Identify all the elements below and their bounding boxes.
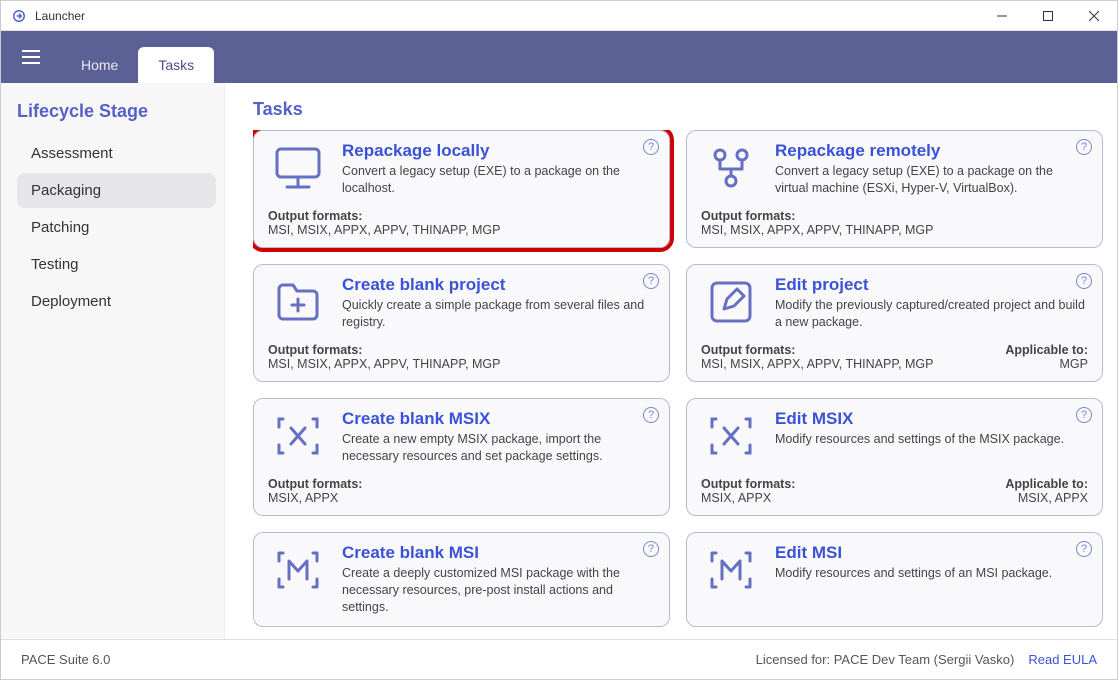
- output-formats-label: Output formats:: [268, 477, 362, 491]
- applicable-to-label: Applicable to:: [1005, 343, 1088, 357]
- task-card-repackage-locally[interactable]: ? Repackage locally Convert a legacy set…: [253, 130, 670, 248]
- output-formats-value: MSI, MSIX, APPX, APPV, THINAPP, MGP: [701, 223, 934, 237]
- help-icon[interactable]: ?: [1076, 273, 1092, 289]
- help-icon[interactable]: ?: [1076, 541, 1092, 557]
- card-title: Repackage locally: [342, 141, 655, 161]
- help-icon[interactable]: ?: [643, 139, 659, 155]
- sidebar-item-packaging[interactable]: Packaging: [17, 173, 216, 208]
- output-formats-label: Output formats:: [268, 209, 501, 223]
- card-title: Repackage remotely: [775, 141, 1088, 161]
- titlebar: Launcher: [1, 1, 1117, 31]
- output-formats-value: MSI, MSIX, APPX, APPV, THINAPP, MGP: [268, 223, 501, 237]
- version-label: PACE Suite 6.0: [21, 652, 110, 667]
- help-icon[interactable]: ?: [643, 541, 659, 557]
- tab-tasks[interactable]: Tasks: [138, 47, 214, 83]
- sidebar-item-testing[interactable]: Testing: [17, 247, 216, 282]
- tab-home[interactable]: Home: [61, 47, 138, 83]
- output-formats-value: MSIX, APPX: [701, 491, 795, 505]
- sidebar-item-patching[interactable]: Patching: [17, 210, 216, 245]
- page-title: Tasks: [253, 99, 1107, 120]
- close-button[interactable]: [1071, 1, 1117, 31]
- output-formats-value: MSI, MSIX, APPX, APPV, THINAPP, MGP: [701, 357, 934, 371]
- card-title: Edit MSIX: [775, 409, 1088, 429]
- output-formats-value: MSIX, APPX: [268, 491, 362, 505]
- output-formats-value: MSI, MSIX, APPX, APPV, THINAPP, MGP: [268, 357, 501, 371]
- footer: PACE Suite 6.0 Licensed for: PACE Dev Te…: [1, 639, 1117, 679]
- minimize-button[interactable]: [979, 1, 1025, 31]
- msix-x-icon: [701, 409, 761, 471]
- help-icon[interactable]: ?: [643, 407, 659, 423]
- card-desc: Convert a legacy setup (EXE) to a packag…: [775, 163, 1088, 197]
- ribbon: Home Tasks: [1, 31, 1117, 83]
- card-desc: Quickly create a simple package from sev…: [342, 297, 655, 331]
- cards-scroll[interactable]: ? Repackage locally Convert a legacy set…: [253, 130, 1107, 639]
- pencil-box-icon: [701, 275, 761, 337]
- card-title: Edit project: [775, 275, 1088, 295]
- card-desc: Create a new empty MSIX package, import …: [342, 431, 655, 465]
- card-desc: Modify resources and settings of an MSI …: [775, 565, 1088, 582]
- sidebar-item-deployment[interactable]: Deployment: [17, 284, 216, 319]
- card-title: Create blank MSIX: [342, 409, 655, 429]
- applicable-to-label: Applicable to:: [1005, 477, 1088, 491]
- output-formats-label: Output formats:: [701, 343, 934, 357]
- maximize-button[interactable]: [1025, 1, 1071, 31]
- task-card-create-blank-msi[interactable]: ? Create blank MSI Create a deeply custo…: [253, 532, 670, 627]
- output-formats-label: Output formats:: [701, 209, 934, 223]
- card-desc: Modify the previously captured/created p…: [775, 297, 1088, 331]
- card-title: Edit MSI: [775, 543, 1088, 563]
- window-title: Launcher: [35, 9, 85, 23]
- card-desc: Create a deeply customized MSI package w…: [342, 565, 655, 616]
- task-card-create-blank-project[interactable]: ? Create blank project Quickly create a …: [253, 264, 670, 382]
- task-card-repackage-remotely[interactable]: ? Repackage remotely Convert a legacy se…: [686, 130, 1103, 248]
- card-desc: Convert a legacy setup (EXE) to a packag…: [342, 163, 655, 197]
- sidebar-item-assessment[interactable]: Assessment: [17, 136, 216, 171]
- task-card-create-blank-msix[interactable]: ? Create blank MSIX Create a new empty M…: [253, 398, 670, 516]
- license-label: Licensed for: PACE Dev Team (Sergii Vask…: [756, 652, 1015, 667]
- msix-x-icon: [268, 409, 328, 471]
- card-title: Create blank MSI: [342, 543, 655, 563]
- applicable-to-value: MGP: [1005, 357, 1088, 371]
- body: Lifecycle Stage Assessment Packaging Pat…: [1, 83, 1117, 639]
- msi-m-icon: [268, 543, 328, 616]
- msi-m-icon: [701, 543, 761, 605]
- task-card-edit-msi[interactable]: ? Edit MSI Modify resources and settings…: [686, 532, 1103, 627]
- output-formats-label: Output formats:: [701, 477, 795, 491]
- card-desc: Modify resources and settings of the MSI…: [775, 431, 1088, 448]
- cards-grid: ? Repackage locally Convert a legacy set…: [253, 130, 1103, 639]
- output-formats-label: Output formats:: [268, 343, 501, 357]
- task-card-edit-project[interactable]: ? Edit project Modify the previously cap…: [686, 264, 1103, 382]
- folder-plus-icon: [268, 275, 328, 337]
- network-icon: [701, 141, 761, 203]
- menu-button[interactable]: [13, 39, 49, 75]
- task-card-edit-msix[interactable]: ? Edit MSIX Modify resources and setting…: [686, 398, 1103, 516]
- eula-link[interactable]: Read EULA: [1028, 652, 1097, 667]
- help-icon[interactable]: ?: [1076, 407, 1092, 423]
- main: Tasks ? Repackage locally Convert a lega…: [225, 83, 1117, 639]
- help-icon[interactable]: ?: [643, 273, 659, 289]
- applicable-to-value: MSIX, APPX: [1005, 491, 1088, 505]
- help-icon[interactable]: ?: [1076, 139, 1092, 155]
- app-icon: [11, 8, 27, 24]
- card-title: Create blank project: [342, 275, 655, 295]
- sidebar: Lifecycle Stage Assessment Packaging Pat…: [1, 83, 225, 639]
- window-controls: [979, 1, 1117, 31]
- sidebar-title: Lifecycle Stage: [17, 101, 216, 122]
- monitor-icon: [268, 141, 328, 203]
